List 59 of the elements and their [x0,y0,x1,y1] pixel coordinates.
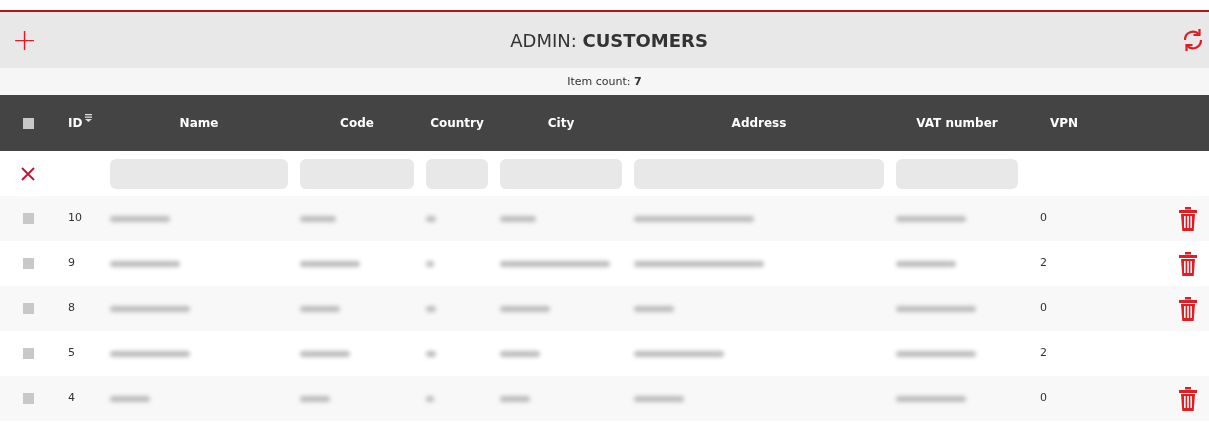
column-header[interactable]: City [547,114,575,132]
id-cell-text: 5 [67,345,76,362]
blurred-text [634,305,674,312]
column-header[interactable]: ID [68,114,93,132]
add-button[interactable]: + [12,25,38,55]
blurred-text [426,215,436,222]
id-cell-text: 9 [67,255,76,272]
page-title: ADMIN: CUSTOMERS [509,28,709,53]
trash-icon[interactable] [1179,296,1197,321]
table-row[interactable]: 4 0 [0,376,1209,421]
trash-icon[interactable] [1179,251,1197,276]
vpn-cell-text: 2 [1039,255,1048,272]
vpn-cell-text: 0 [1039,390,1048,407]
blurred-text [300,260,360,267]
column-header[interactable]: Country [430,114,484,132]
checkbox[interactable] [22,348,34,359]
vpn-cell-text: 0 [1039,300,1048,317]
column-header[interactable]: VPN [1049,114,1079,132]
checkbox[interactable] [22,303,34,314]
blurred-text [110,260,180,267]
blurred-text [500,350,540,357]
clear-filters-icon[interactable] [21,166,35,181]
blurred-text [896,395,966,402]
checkbox[interactable] [22,213,34,224]
trash-icon[interactable] [1179,386,1197,411]
checkbox[interactable] [22,117,34,129]
refresh-icon[interactable] [1181,27,1205,53]
column-header[interactable]: Name [179,114,219,132]
column-header[interactable]: VAT number [916,114,998,132]
sort-icon [85,114,93,122]
blurred-text [500,215,536,222]
blurred-text [300,350,350,357]
table-row[interactable]: 8 0 [0,286,1209,331]
column-header[interactable]: Address [731,114,787,132]
table-row[interactable]: 10 0 [0,196,1209,241]
blurred-text [634,395,684,402]
blurred-text [896,260,956,267]
blurred-text [500,305,550,312]
trash-icon[interactable] [1179,206,1197,231]
id-cell-text: 10 [67,210,83,227]
blurred-text [300,305,340,312]
id-cell-text: 4 [67,390,76,407]
blurred-text [500,395,530,402]
blurred-text [426,305,436,312]
blurred-text [426,350,436,357]
blurred-text [110,215,170,222]
vpn-cell-text: 0 [1039,210,1048,227]
checkbox[interactable] [22,393,34,404]
checkbox[interactable] [22,258,34,269]
blurred-text [300,215,336,222]
vpn-cell-text: 2 [1039,345,1048,362]
blurred-text [896,215,966,222]
blurred-text [426,260,434,267]
blurred-text [110,395,150,402]
column-header[interactable]: Code [340,114,374,132]
blurred-text [426,395,434,402]
blurred-text [300,395,330,402]
item-count: Item count: 7 [0,68,1209,95]
id-cell-text: 8 [67,300,76,317]
